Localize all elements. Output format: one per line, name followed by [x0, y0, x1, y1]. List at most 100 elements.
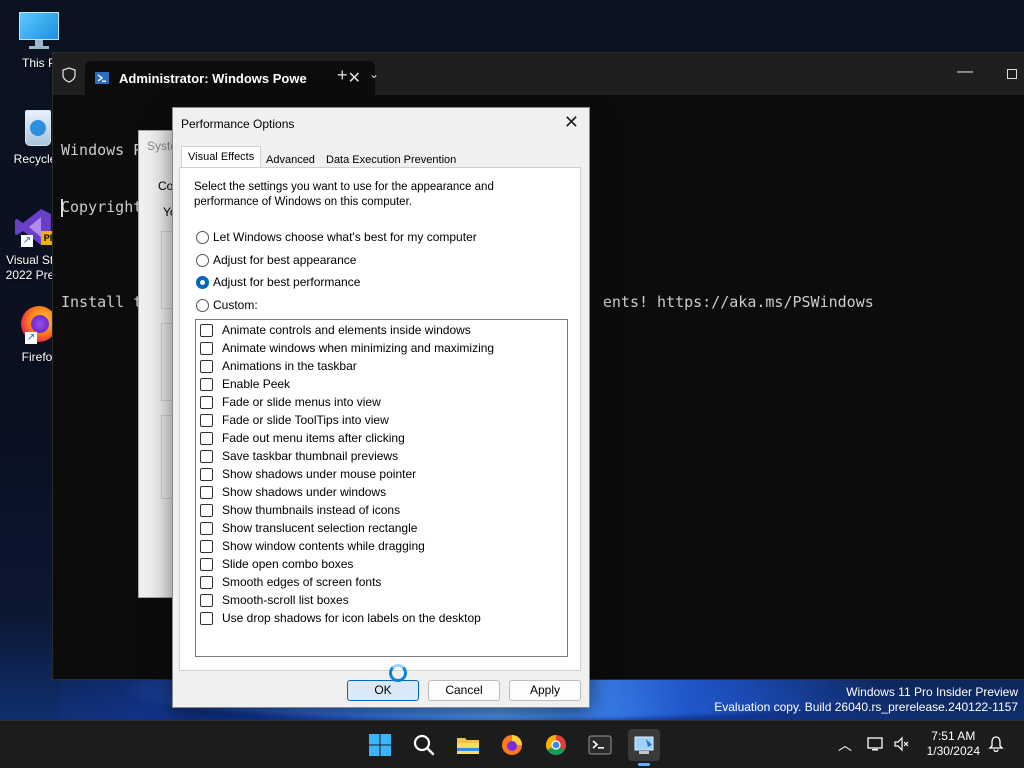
effect-item[interactable]: Fade out menu items after clicking — [200, 430, 405, 446]
search-icon — [413, 734, 435, 756]
checkbox[interactable] — [200, 377, 213, 391]
effect-item[interactable]: Animations in the taskbar — [200, 358, 357, 374]
checkbox[interactable] — [200, 557, 213, 571]
dialog-title: Performance Options — [181, 117, 295, 131]
effect-item[interactable]: Fade or slide menus into view — [200, 394, 381, 410]
chevron-down-icon[interactable]: ⌄ — [369, 67, 379, 81]
firefox-icon — [502, 735, 522, 755]
shield-icon — [62, 67, 76, 83]
watermark-line: Evaluation copy. Build 26040.rs_prerelea… — [714, 700, 1018, 714]
notification-bell-icon[interactable] — [988, 735, 1004, 756]
start-button[interactable] — [364, 729, 396, 761]
effect-label: Enable Peek — [222, 377, 291, 391]
checkbox[interactable] — [200, 485, 213, 499]
effect-item[interactable]: Save taskbar thumbnail previews — [200, 448, 398, 464]
minimize-icon[interactable]: — — [957, 63, 973, 81]
close-icon[interactable]: ✕ — [564, 112, 579, 133]
effect-item[interactable]: Animate windows when minimizing and maxi… — [200, 340, 494, 356]
effect-label: Show translucent selection rectangle — [222, 521, 418, 535]
clock[interactable]: 7:51 AM 1/30/2024 — [927, 729, 980, 759]
chevron-up-icon[interactable]: ︿ — [838, 735, 852, 755]
visual-studio-icon: PR ↗ — [11, 205, 59, 249]
chrome-taskbar-button[interactable] — [540, 729, 572, 761]
terminal-tab-title: Administrator: Windows Powe — [119, 71, 307, 86]
effect-label: Slide open combo boxes — [222, 557, 354, 571]
effect-item[interactable]: Smooth-scroll list boxes — [200, 592, 349, 608]
effect-label: Use drop shadows for icon labels on the … — [222, 611, 481, 625]
performance-options-dialog[interactable]: Performance Options ✕ Visual Effects Adv… — [172, 107, 590, 708]
ok-button[interactable]: OK — [347, 680, 419, 701]
effect-label: Show thumbnails instead of icons — [222, 503, 401, 517]
radio-let-windows-choose[interactable]: Let Windows choose what's best for my co… — [196, 230, 477, 244]
apply-button[interactable]: Apply — [509, 680, 581, 701]
effect-label: Save taskbar thumbnail previews — [222, 449, 399, 463]
chrome-icon — [546, 735, 566, 755]
checkbox[interactable] — [200, 575, 213, 589]
radio-label: Adjust for best appearance — [213, 253, 357, 267]
terminal-tab[interactable]: Administrator: Windows Powe ✕ — [85, 61, 375, 95]
new-tab-icon[interactable]: + — [337, 65, 348, 86]
checkbox[interactable] — [200, 503, 213, 517]
effect-item[interactable]: Animate controls and elements inside win… — [200, 322, 471, 338]
evaluation-watermark: Windows 11 Pro Insider Preview Evaluatio… — [714, 685, 1018, 715]
checkbox[interactable] — [200, 359, 213, 373]
checkbox[interactable] — [200, 593, 213, 607]
radio-button[interactable] — [196, 253, 209, 267]
volume-muted-icon[interactable] — [892, 735, 910, 756]
firefox-taskbar-button[interactable] — [496, 729, 528, 761]
checkbox[interactable] — [200, 323, 213, 337]
radio-best-appearance[interactable]: Adjust for best appearance — [196, 253, 356, 267]
effect-label: Animations in the taskbar — [222, 359, 357, 373]
system-properties-icon — [634, 736, 654, 754]
terminal-icon — [588, 735, 612, 755]
text-cursor — [61, 199, 63, 217]
effect-item[interactable]: Fade or slide ToolTips into view — [200, 412, 389, 428]
checkbox[interactable] — [200, 413, 213, 427]
active-indicator — [638, 763, 650, 766]
checkbox[interactable] — [200, 341, 213, 355]
checkbox[interactable] — [200, 467, 213, 481]
effect-label: Fade or slide ToolTips into view — [222, 413, 389, 427]
radio-button-selected[interactable] — [196, 275, 209, 289]
checkbox[interactable] — [200, 395, 213, 409]
file-explorer-button[interactable] — [452, 729, 484, 761]
checkbox[interactable] — [200, 539, 213, 553]
description-text: Select the settings you want to use for … — [194, 181, 494, 208]
maximize-icon[interactable] — [1007, 69, 1017, 79]
checkbox[interactable] — [200, 611, 213, 625]
search-button[interactable] — [408, 729, 440, 761]
radio-label: Adjust for best performance — [213, 275, 361, 289]
effect-item[interactable]: Use drop shadows for icon labels on the … — [200, 610, 481, 626]
effect-item[interactable]: Slide open combo boxes — [200, 556, 353, 572]
network-icon[interactable] — [866, 735, 884, 756]
radio-button[interactable] — [196, 230, 209, 244]
effect-item[interactable]: Show shadows under windows — [200, 484, 386, 500]
visual-effects-list[interactable]: Animate controls and elements inside win… — [195, 319, 568, 657]
effect-label: Show window contents while dragging — [222, 539, 425, 553]
effect-item[interactable]: Show thumbnails instead of icons — [200, 502, 400, 518]
radio-custom[interactable]: Custom: — [196, 298, 258, 312]
powershell-icon — [95, 72, 109, 84]
effect-label: Show shadows under mouse pointer — [222, 467, 417, 481]
radio-label: Let Windows choose what's best for my co… — [213, 230, 477, 244]
cancel-button[interactable]: Cancel — [428, 680, 500, 701]
effect-item[interactable]: Enable Peek — [200, 376, 290, 392]
close-tab-icon[interactable]: ✕ — [348, 68, 361, 88]
shortcut-arrow-icon: ↗ — [21, 235, 33, 247]
effect-item[interactable]: Show window contents while dragging — [200, 538, 425, 554]
radio-label: Custom: — [213, 298, 258, 312]
system-properties-taskbar-button[interactable] — [628, 729, 660, 766]
effect-item[interactable]: Show shadows under mouse pointer — [200, 466, 416, 482]
checkbox[interactable] — [200, 431, 213, 445]
checkbox[interactable] — [200, 449, 213, 463]
file-explorer-icon — [457, 738, 479, 754]
effect-item[interactable]: Smooth edges of screen fonts — [200, 574, 381, 590]
radio-button[interactable] — [196, 298, 209, 312]
busy-cursor-icon — [389, 664, 407, 682]
watermark-line: Windows 11 Pro Insider Preview — [846, 685, 1018, 699]
effect-item[interactable]: Show translucent selection rectangle — [200, 520, 417, 536]
radio-best-performance[interactable]: Adjust for best performance — [196, 275, 360, 289]
terminal-taskbar-button[interactable] — [584, 729, 616, 761]
checkbox[interactable] — [200, 521, 213, 535]
clock-date: 1/30/2024 — [926, 744, 980, 758]
